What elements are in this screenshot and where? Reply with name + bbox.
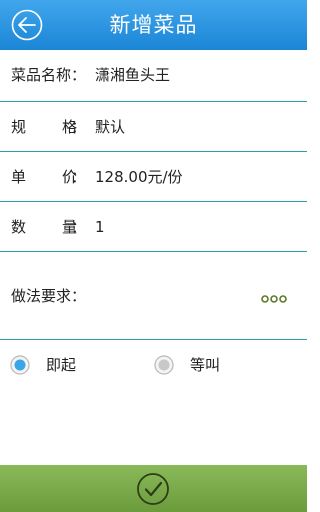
back-button[interactable] <box>11 9 43 41</box>
colon: ： <box>71 118 87 136</box>
colon: ： <box>71 287 87 305</box>
colon: ： <box>71 66 87 84</box>
quantity-value[interactable]: 1 <box>95 217 105 237</box>
back-arrow-icon <box>11 9 43 41</box>
dish-name-value: 潇湘鱼头王 <box>95 66 171 84</box>
spec-row: 规 格 ： 默认 <box>0 102 307 152</box>
dish-name-row: 菜品名称 ： 潇湘鱼头王 <box>0 50 307 102</box>
price-label-char-1: 单 <box>11 168 27 186</box>
radio-selected-icon <box>10 355 30 375</box>
radio-unselected-icon <box>154 355 174 375</box>
page-title: 新增菜品 <box>109 13 198 37</box>
title-bar: 新增菜品 <box>0 0 307 50</box>
colon: ： <box>71 168 87 186</box>
quantity-label-char-1: 数 <box>11 218 27 236</box>
spec-label-char-1: 规 <box>11 118 27 136</box>
wait-call-radio[interactable]: 等叫 <box>154 350 254 380</box>
serve-now-radio[interactable]: 即起 <box>10 350 110 380</box>
dish-name-label: 菜品名称 <box>11 66 72 84</box>
price-row: 单 价 ： 128.00元/份 <box>0 152 307 202</box>
price-value: 128.00元/份 <box>95 168 183 186</box>
more-options-button[interactable] <box>261 290 287 303</box>
serve-now-label: 即起 <box>46 356 77 374</box>
checkmark-icon <box>137 473 169 505</box>
cooking-method-label: 做法要求 <box>11 287 72 305</box>
bottom-action-bar <box>0 465 307 512</box>
wait-call-label: 等叫 <box>190 356 221 374</box>
spec-value: 默认 <box>95 118 126 136</box>
cooking-method-row[interactable]: 做法要求 ： <box>0 252 307 340</box>
confirm-button[interactable] <box>136 472 170 506</box>
more-dots-icon <box>261 295 287 303</box>
quantity-row: 数 量 ： 1 <box>0 202 307 252</box>
colon: ： <box>71 218 87 236</box>
